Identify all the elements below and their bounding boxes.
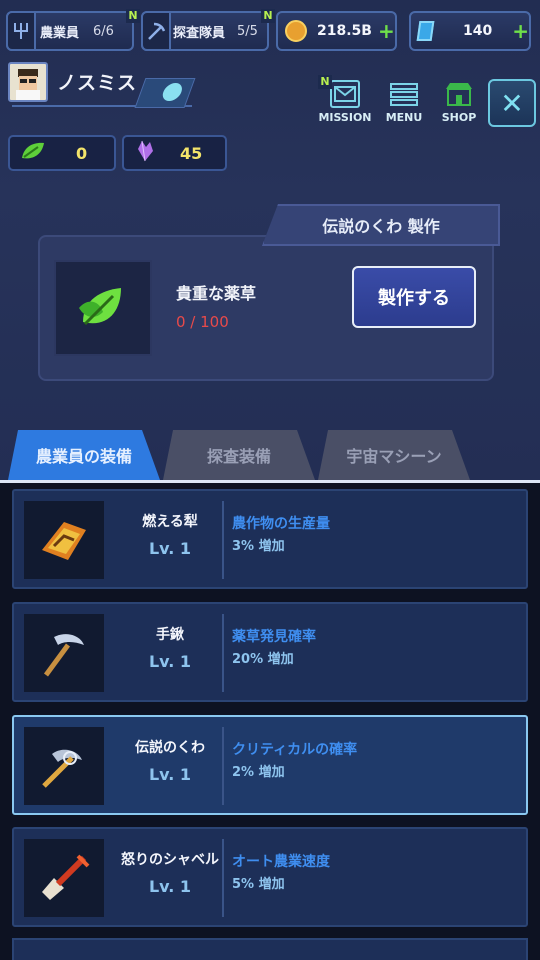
shop-button[interactable]: SHOP [432, 80, 486, 126]
equipment-effect-value: 2% 増加 [232, 765, 285, 780]
menu-button[interactable]: MENU [377, 80, 431, 126]
farmer-value: 6/6 [93, 23, 114, 39]
shop-label: SHOP [441, 111, 477, 124]
gem-box[interactable]: 140 + [409, 11, 531, 51]
equipment-level: Lv. 1 [148, 877, 192, 896]
crystal-icon [134, 139, 156, 167]
divider [222, 501, 224, 579]
equipment-effect-value: 20% 増加 [232, 652, 294, 667]
equipment-level: Lv. 1 [148, 765, 192, 784]
gem-add-button[interactable]: + [512, 19, 529, 43]
tab-exploration-equipment[interactable]: 探査装備 [163, 430, 315, 480]
mission-label: MISSION [318, 111, 372, 124]
tab-farmer-equipment[interactable]: 農業員の装備 [8, 430, 160, 480]
explorer-new-badge: N [261, 9, 275, 23]
divider [222, 839, 224, 917]
list-item[interactable]: 燃える犁 Lv. 1 農作物の生産量 3% 増加 [12, 489, 528, 589]
avatar[interactable] [8, 62, 48, 102]
craft-item-name: 貴重な薬草 [176, 284, 257, 303]
equipment-level: Lv. 1 [148, 539, 192, 558]
mail-icon [330, 80, 360, 108]
equipment-name: 手鍬 [156, 627, 184, 643]
list-item[interactable]: 伝説のくわ Lv. 1 クリティカルの確率 2% 増加 [12, 715, 528, 815]
explorer-count-box[interactable]: 探査隊員 5/5 N [141, 9, 275, 51]
hamburger-icon [389, 80, 419, 108]
farmer-count-box[interactable]: 農業員 6/6 N [6, 9, 140, 51]
divider [222, 727, 224, 805]
equipment-level: Lv. 1 [148, 652, 192, 671]
list-item[interactable]: 手鍬 Lv. 1 薬草発見確率 20% 増加 [12, 602, 528, 702]
shop-icon [444, 80, 474, 108]
equipment-effect-value: 5% 増加 [232, 877, 285, 892]
list-item-partial[interactable] [12, 938, 528, 960]
equipment-name: 怒りのシャベル [121, 852, 219, 868]
gem-icon [416, 21, 435, 41]
herb-count: 0 [76, 143, 88, 163]
legendary-hoe-icon [24, 727, 104, 805]
divider [222, 614, 224, 692]
mission-button[interactable]: MISSION N [318, 75, 372, 126]
leaf-icon [20, 140, 46, 166]
equipment-effect: 農作物の生産量 [232, 516, 330, 532]
close-button[interactable]: ✕ [488, 79, 536, 127]
pickaxe-icon [141, 11, 171, 51]
herb-resource-box: 0 [8, 135, 116, 171]
coin-value: 218.5B [317, 23, 372, 39]
equipment-effect: オート農業速度 [232, 854, 330, 870]
coin-add-button[interactable]: + [378, 19, 395, 43]
shovel-icon [24, 839, 104, 917]
crystal-resource-box: 45 [122, 135, 227, 171]
hand-hoe-icon [24, 614, 104, 692]
player-name: ノスミス [57, 72, 138, 94]
craft-item-count: 0 / 100 [176, 313, 229, 331]
coin-box[interactable]: 218.5B + [276, 11, 397, 51]
coin-icon [285, 20, 307, 42]
list-item[interactable]: 怒りのシャベル Lv. 1 オート農業速度 5% 増加 [12, 827, 528, 927]
explorer-value: 5/5 [237, 23, 258, 39]
farmer-new-badge: N [126, 9, 140, 23]
herb-icon [79, 288, 121, 326]
crystal-count: 45 [180, 143, 203, 163]
farmer-label: 農業員 [40, 25, 80, 41]
equipment-name: 伝説のくわ [135, 740, 205, 756]
menu-label: MENU [385, 111, 423, 124]
burning-plow-icon [24, 501, 104, 579]
equipment-effect: クリティカルの確率 [232, 742, 358, 758]
craft-item-image [54, 260, 152, 356]
mission-new-badge: N [318, 75, 332, 89]
gem-value: 140 [463, 23, 493, 39]
tab-space-machine[interactable]: 宇宙マシーン [318, 430, 470, 480]
equipment-name: 燃える犁 [142, 514, 198, 530]
equipment-effect: 薬草発見確率 [232, 629, 316, 645]
craft-title: 伝説のくわ 製作 [262, 204, 500, 246]
craft-button[interactable]: 製作する [352, 266, 476, 328]
explorer-label: 探査隊員 [173, 25, 226, 41]
fork-icon [6, 11, 36, 51]
equipment-effect-value: 3% 増加 [232, 539, 285, 554]
